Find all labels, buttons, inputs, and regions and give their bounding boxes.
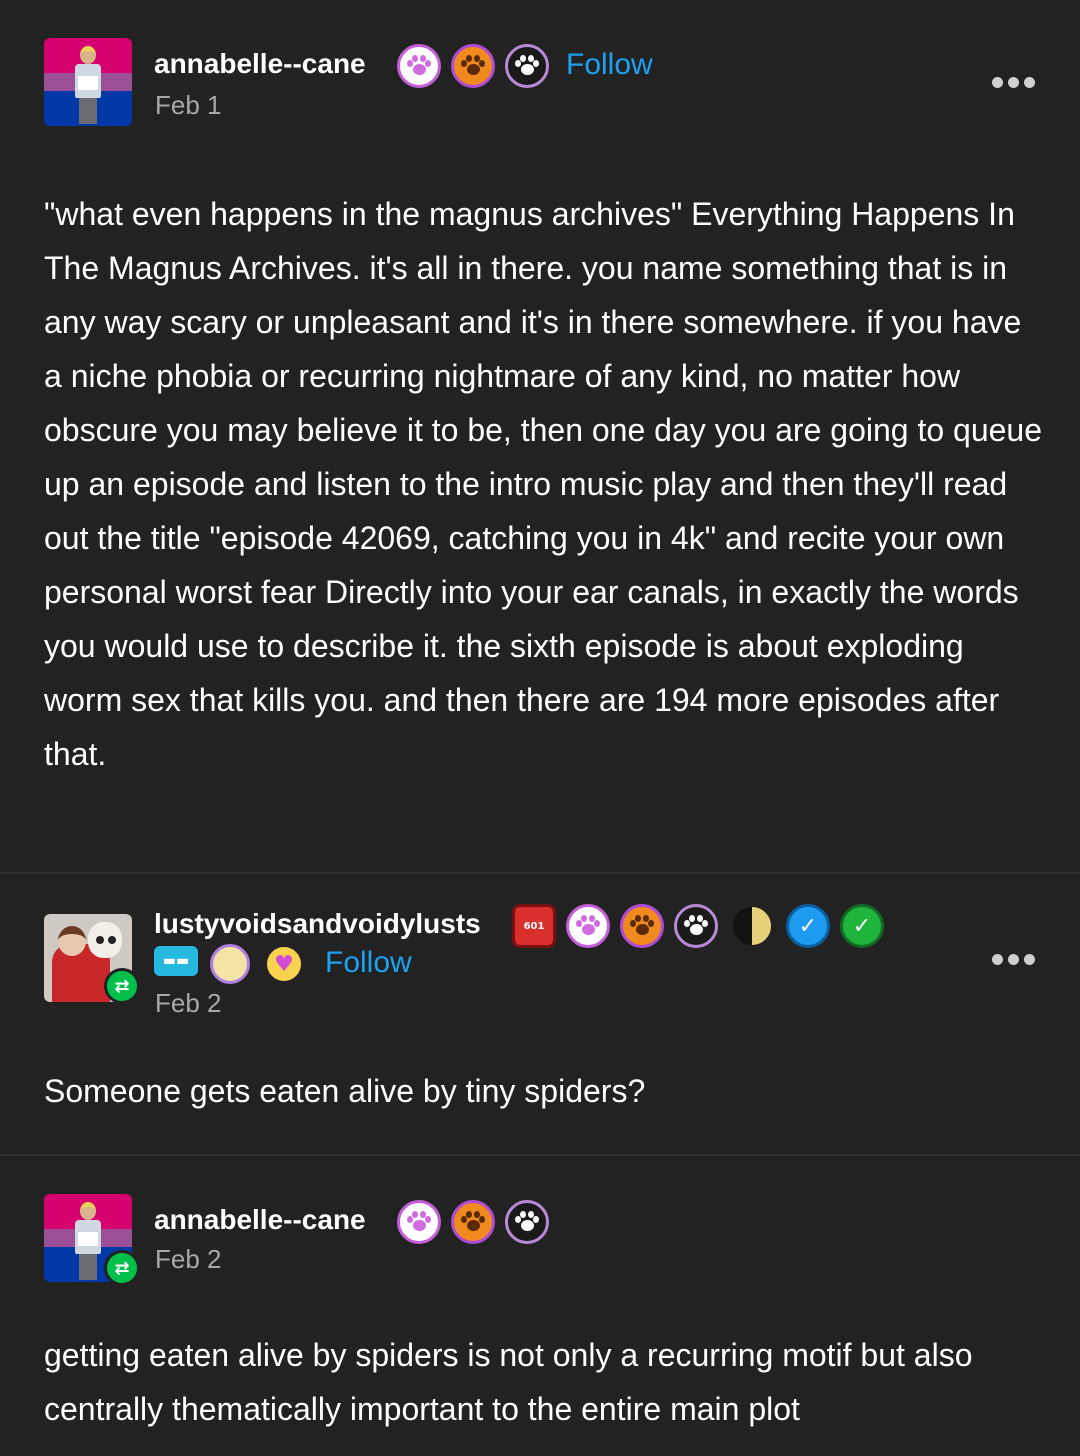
- paw-pink-badge[interactable]: [397, 1200, 441, 1244]
- follow-button[interactable]: Follow: [566, 48, 653, 82]
- unicorn-badge[interactable]: [210, 944, 250, 984]
- post-body: "what even happens in the magnus archive…: [44, 196, 1043, 772]
- username[interactable]: annabelle--cane: [154, 48, 366, 80]
- green-check-badge[interactable]: ✓: [840, 904, 884, 948]
- more-options-icon[interactable]: [992, 77, 1035, 88]
- post-date[interactable]: Feb 2: [155, 988, 222, 1019]
- paw-black-badge[interactable]: [674, 904, 718, 948]
- post-body: getting eaten alive by spiders is not on…: [44, 1337, 973, 1427]
- avatar[interactable]: [44, 38, 132, 126]
- paw-orange-badge[interactable]: [451, 44, 495, 88]
- post-date[interactable]: Feb 1: [155, 90, 222, 121]
- paw-orange-badge[interactable]: [620, 904, 664, 948]
- post-reblog-2: ⇄ annabelle--cane Feb 2 getting eaten al…: [0, 1156, 1080, 1456]
- post-reblog-1: ⇄ lustyvoidsandvoidylusts 601 ✓ ✓ ▬▬ ♥ F…: [0, 874, 1080, 1154]
- blue-check-badge[interactable]: ✓: [786, 904, 830, 948]
- moon-badge[interactable]: [730, 904, 774, 948]
- teeth-badge[interactable]: ▬▬: [154, 946, 198, 976]
- post-body: Someone gets eaten alive by tiny spiders…: [44, 1073, 646, 1109]
- follow-button[interactable]: Follow: [325, 946, 412, 980]
- reblog-icon: ⇄: [104, 1250, 140, 1286]
- username[interactable]: lustyvoidsandvoidylusts: [154, 908, 481, 940]
- d20-label: 601: [523, 920, 545, 932]
- post-original: annabelle--cane Follow Feb 1 "what even …: [0, 0, 1080, 872]
- paw-orange-badge[interactable]: [451, 1200, 495, 1244]
- username[interactable]: annabelle--cane: [154, 1204, 366, 1236]
- paw-pink-badge[interactable]: [397, 44, 441, 88]
- d20-badge[interactable]: 601: [512, 904, 556, 948]
- reblog-icon: ⇄: [104, 968, 140, 1004]
- post-date[interactable]: Feb 2: [155, 1244, 222, 1275]
- paw-black-badge[interactable]: [505, 44, 549, 88]
- angel-heart-badge[interactable]: ♥: [264, 944, 304, 984]
- teeth-label: ▬▬: [162, 953, 190, 969]
- more-options-icon[interactable]: [992, 954, 1035, 965]
- paw-pink-badge[interactable]: [566, 904, 610, 948]
- paw-black-badge[interactable]: [505, 1200, 549, 1244]
